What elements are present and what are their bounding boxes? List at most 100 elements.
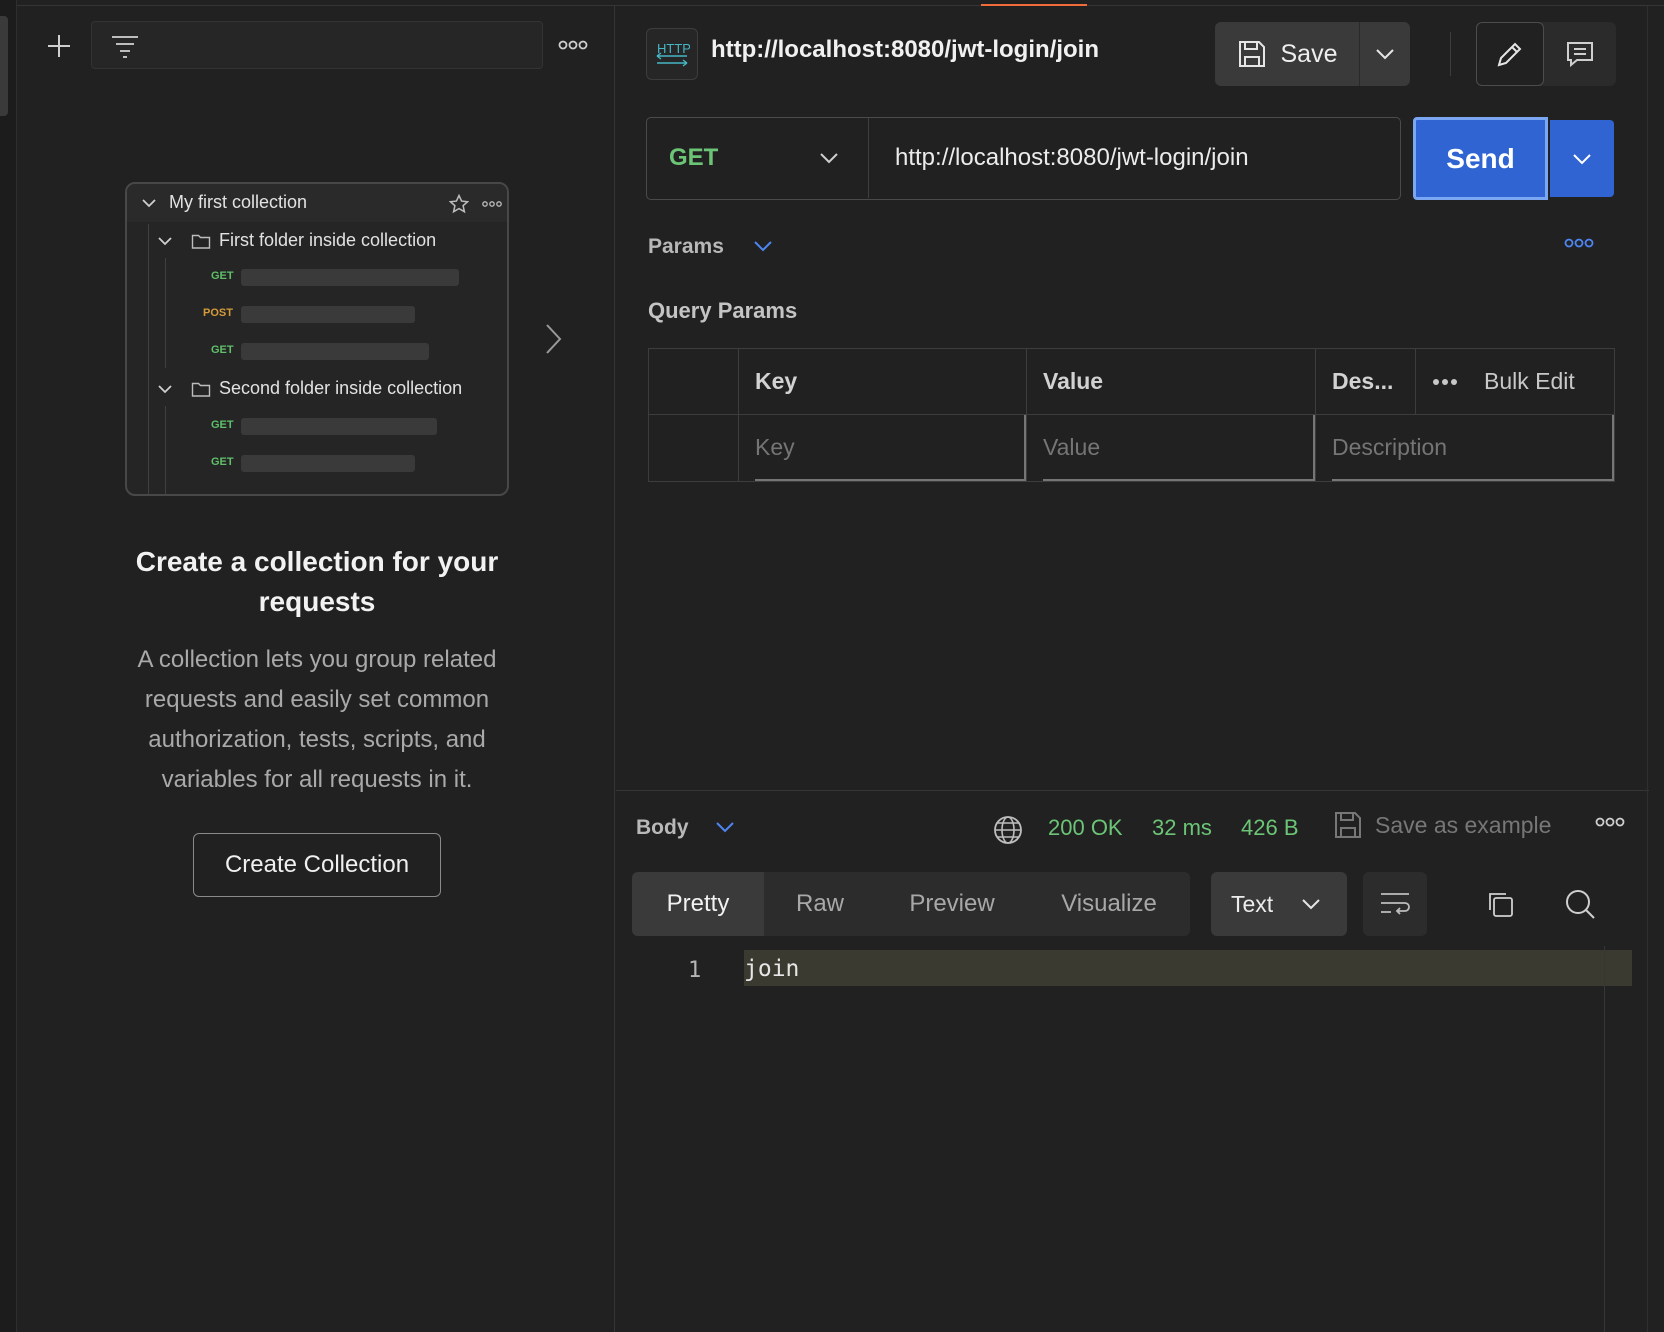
save-as-example-button[interactable]: Save as example	[1333, 810, 1551, 840]
params-dropdown[interactable]	[752, 238, 774, 258]
illustration-folder-row: First folder inside collection	[157, 230, 436, 251]
more-horizontal-icon	[558, 40, 588, 50]
illustration-folder-name: Second folder inside collection	[219, 378, 463, 398]
folder-icon	[191, 234, 211, 249]
comment-icon	[1567, 42, 1593, 68]
chevron-down-icon	[142, 198, 156, 207]
copy-button[interactable]	[1480, 884, 1520, 924]
illustration-collection-name: My first collection	[169, 192, 308, 212]
editor-scrollbar[interactable]	[1604, 946, 1605, 1332]
table-row-checkbox	[649, 415, 739, 481]
active-line-highlight	[744, 950, 1632, 986]
illustration-request-bar	[241, 269, 459, 286]
tree-guide	[165, 406, 166, 494]
wrap-lines-button[interactable]	[1363, 872, 1427, 936]
illustration-method-get: GET	[211, 344, 234, 356]
format-select[interactable]: Text	[1211, 872, 1347, 936]
illustration-request-bar	[241, 343, 429, 360]
save-as-example-label: Save as example	[1375, 811, 1552, 838]
chevron-down-icon	[1376, 49, 1394, 60]
table-header-actions: Bulk Edit	[1416, 349, 1614, 415]
search-icon	[1566, 890, 1595, 919]
chevron-down-icon	[1302, 899, 1320, 910]
response-time[interactable]: 32 ms	[1152, 815, 1212, 841]
empty-state-title: Create a collection for your requests	[135, 546, 499, 617]
chevron-down-icon	[158, 384, 172, 393]
chevron-down-icon	[754, 241, 772, 252]
comments-button[interactable]	[1544, 22, 1616, 86]
query-params-table: Key Value Des... Bulk Edit	[648, 348, 1615, 482]
bulk-edit-button[interactable]: Bulk Edit	[1484, 368, 1575, 395]
network-globe-button[interactable]	[992, 814, 1024, 846]
create-collection-button[interactable]: Create Collection	[193, 833, 441, 897]
pencil-icon	[1497, 42, 1522, 67]
request-panel: HTTP http://localhost:8080/jwt-login/joi…	[616, 6, 1664, 1332]
save-icon	[1335, 812, 1361, 838]
response-size[interactable]: 426 B	[1241, 815, 1299, 841]
response-more-button[interactable]	[1595, 817, 1629, 841]
tab-pretty[interactable]: Pretty	[632, 872, 764, 936]
table-header-value: Value	[1027, 349, 1316, 415]
send-dropdown-button[interactable]	[1550, 120, 1614, 197]
save-icon	[1238, 41, 1265, 67]
query-params-label: Query Params	[648, 298, 798, 323]
edit-button[interactable]	[1476, 22, 1544, 86]
tab-visualize[interactable]: Visualize	[1028, 872, 1190, 936]
response-body-editor[interactable]: 1 join	[616, 946, 1664, 1332]
save-button[interactable]: Save	[1215, 22, 1360, 86]
star-icon	[449, 194, 469, 214]
more-horizontal-icon[interactable]	[1432, 378, 1458, 386]
request-title[interactable]: http://localhost:8080/jwt-login/join	[711, 36, 1099, 64]
next-arrow-button[interactable]	[542, 322, 564, 356]
url-bar: GET	[646, 117, 1401, 200]
sidebar-search-box[interactable]	[91, 21, 543, 69]
code-line: join	[744, 956, 800, 982]
empty-state-description: A collection lets you group related requ…	[137, 646, 497, 793]
param-value-input[interactable]	[1043, 415, 1315, 481]
table-row-value-cell	[1027, 415, 1316, 481]
tree-guide	[148, 224, 149, 494]
plus-icon	[48, 35, 70, 57]
filter-button[interactable]	[110, 32, 140, 60]
format-value: Text	[1231, 890, 1274, 917]
tree-guide	[165, 258, 166, 368]
body-dropdown[interactable]	[714, 819, 736, 839]
rail-tab[interactable]	[0, 16, 8, 116]
illustration-folder-name: First folder inside collection	[219, 230, 437, 250]
table-header-checkbox	[649, 349, 739, 415]
param-key-input[interactable]	[755, 415, 1026, 481]
tab-preview[interactable]: Preview	[876, 872, 1028, 936]
illustration-request-bar	[241, 418, 437, 435]
save-dropdown-button[interactable]	[1360, 22, 1410, 86]
header-divider	[1450, 32, 1451, 76]
response-divider[interactable]	[616, 790, 1649, 791]
search-button[interactable]	[1560, 884, 1600, 924]
illustration-method-get: GET	[211, 456, 234, 468]
copy-icon	[1489, 893, 1513, 917]
chevron-down-icon	[158, 236, 172, 245]
new-button[interactable]	[41, 28, 77, 64]
param-description-input[interactable]	[1332, 415, 1614, 481]
url-input[interactable]	[879, 118, 1389, 198]
collection-illustration: My first collection First folder inside …	[125, 182, 509, 496]
sidebar-more-button[interactable]	[555, 30, 591, 60]
globe-icon	[994, 816, 1022, 844]
chevron-down-icon	[820, 153, 838, 164]
method-select[interactable]: GET	[647, 118, 869, 198]
header-icon-group	[1476, 22, 1616, 86]
more-horizontal-icon	[482, 201, 502, 207]
table-row-description-cell	[1316, 415, 1614, 481]
line-number: 1	[688, 958, 702, 983]
filter-icon	[112, 36, 138, 58]
illustration-request-bar	[241, 455, 415, 472]
illustration-collection-row: My first collection	[141, 192, 307, 213]
method-value: GET	[669, 144, 719, 171]
params-label[interactable]: Params	[648, 235, 724, 259]
table-row-key-cell	[739, 415, 1027, 481]
send-button[interactable]: Send	[1413, 117, 1548, 200]
tab-raw[interactable]: Raw	[764, 872, 876, 936]
illustration-method-get: GET	[211, 270, 234, 282]
params-more-button[interactable]	[1564, 238, 1598, 262]
response-status[interactable]: 200 OK	[1048, 815, 1123, 841]
body-label[interactable]: Body	[636, 816, 689, 840]
